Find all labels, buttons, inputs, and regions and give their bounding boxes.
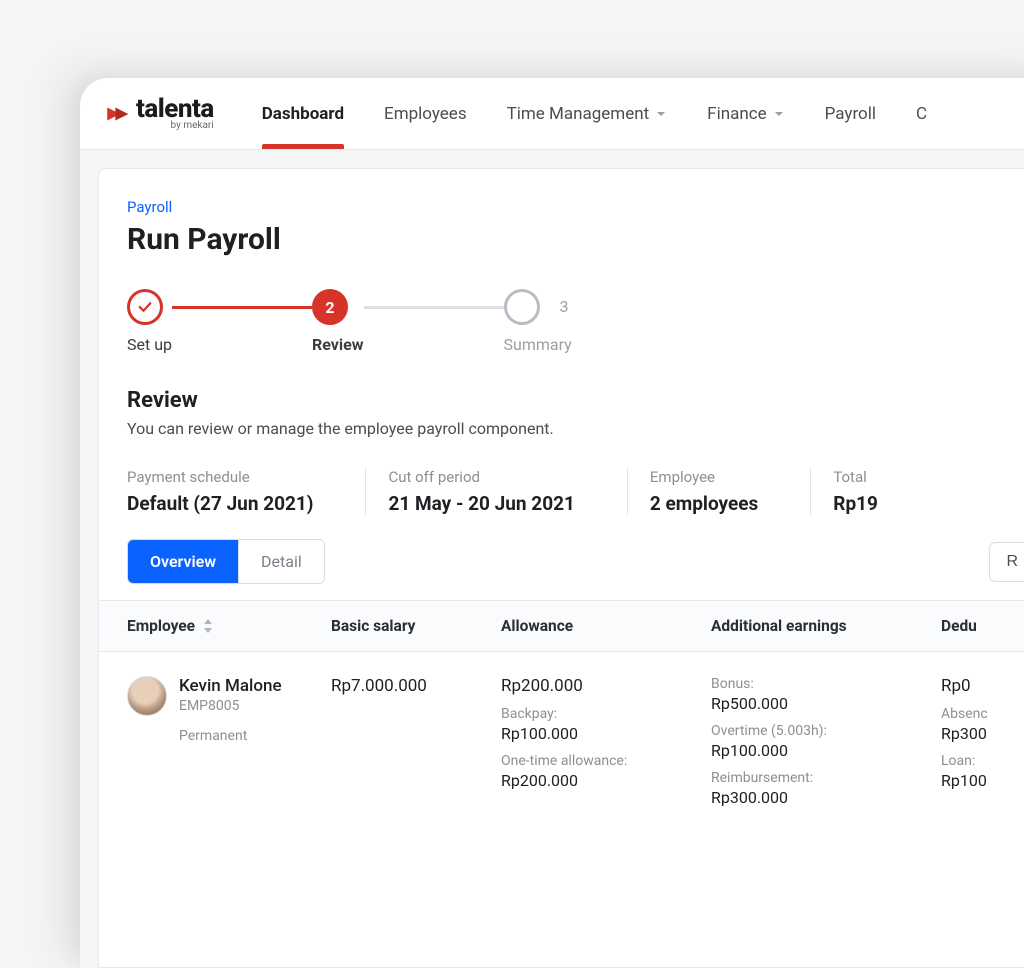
info-total: Total Rp19 (810, 468, 930, 515)
cell-employee: Kevin Malone EMP8005 Permanent (99, 660, 319, 760)
th-basic-salary[interactable]: Basic salary (319, 601, 489, 651)
nav-label: Time Management (507, 104, 650, 124)
info-label: Payment schedule (127, 468, 313, 486)
allowance-item-label: One-time allowance: (501, 753, 687, 769)
section-description: You can review or manage the employee pa… (99, 419, 1024, 458)
deduction-item-label: Absenc (941, 706, 1024, 722)
allowance-item-value: Rp100.000 (501, 724, 687, 743)
nav-label: C (916, 104, 927, 124)
app-window: talenta by mekari Dashboard Employees Ti… (80, 78, 1024, 968)
chevron-down-icon (655, 108, 667, 120)
avatar (127, 676, 167, 716)
info-label: Total (833, 468, 878, 486)
cell-additional-earnings: Bonus: Rp500.000 Overtime (5.003h): Rp10… (699, 660, 929, 823)
cell-basic-salary: Rp7.000.000 (319, 660, 489, 712)
additional-item-label: Reimbursement: (711, 770, 917, 786)
main-card: Payroll Run Payroll Set up 2 Review (98, 168, 1024, 968)
info-cutoff-period: Cut off period 21 May - 20 Jun 2021 (365, 468, 626, 515)
logo-mark-icon (104, 101, 130, 127)
summary-info-row: Payment schedule Default (27 Jun 2021) C… (99, 458, 1024, 539)
step-label: Set up (127, 335, 172, 354)
th-label: Employee (127, 617, 195, 635)
nav-payroll[interactable]: Payroll (825, 80, 876, 148)
step-connector (172, 306, 312, 309)
section-title: Review (99, 364, 1024, 419)
step-label: Summary (504, 335, 572, 354)
breadcrumb[interactable]: Payroll (127, 198, 172, 216)
tab-detail[interactable]: Detail (238, 540, 324, 583)
info-employee-count: Employee 2 employees (627, 468, 810, 515)
tab-group: Overview Detail (127, 539, 325, 584)
nav-dashboard[interactable]: Dashboard (262, 80, 344, 148)
deduction-item-value: Rp100 (941, 771, 1024, 790)
nav-label: Payroll (825, 104, 876, 124)
info-payment-schedule: Payment schedule Default (27 Jun 2021) (127, 468, 365, 515)
page-body: Payroll Run Payroll Set up 2 Review (80, 150, 1024, 968)
th-deduction[interactable]: Dedu (929, 601, 1024, 651)
employee-id: EMP8005 (179, 698, 282, 714)
nav-label: Finance (707, 104, 766, 124)
nav-finance[interactable]: Finance (707, 80, 784, 148)
sort-icon (203, 619, 213, 635)
employee-type: Permanent (179, 728, 282, 744)
additional-item-label: Overtime (5.003h): (711, 723, 917, 739)
nav-more[interactable]: C (916, 80, 927, 148)
basic-salary-value: Rp7.000.000 (331, 676, 477, 696)
table-header: Employee Basic salary Allowance Addition… (99, 601, 1024, 652)
logo: talenta by mekari (104, 96, 214, 131)
step-number: 2 (312, 289, 348, 325)
th-employee[interactable]: Employee (99, 601, 319, 651)
step-summary[interactable]: 3 Summary (504, 289, 572, 354)
stepper: Set up 2 Review 3 Summary (99, 257, 1024, 364)
page-title: Run Payroll (99, 222, 1024, 257)
payroll-table: Employee Basic salary Allowance Addition… (99, 600, 1024, 823)
allowance-item-value: Rp200.000 (501, 771, 687, 790)
top-nav: talenta by mekari Dashboard Employees Ti… (80, 78, 1024, 150)
tab-bar: Overview Detail R (99, 539, 1024, 600)
deduction-primary: Rp0 (941, 676, 1024, 696)
info-value: 2 employees (650, 492, 758, 515)
additional-item-value: Rp300.000 (711, 788, 917, 807)
allowance-primary: Rp200.000 (501, 676, 687, 696)
step-connector (364, 306, 504, 309)
nav-label: Employees (384, 104, 467, 124)
check-icon (127, 289, 163, 325)
nav-items: Dashboard Employees Time Management Fina… (262, 80, 927, 148)
step-number: 3 (560, 297, 569, 316)
employee-name: Kevin Malone (179, 676, 282, 696)
nav-time-management[interactable]: Time Management (507, 80, 668, 148)
step-setup[interactable]: Set up (127, 289, 172, 354)
nav-label: Dashboard (262, 104, 344, 124)
chevron-down-icon (773, 108, 785, 120)
info-label: Cut off period (388, 468, 574, 486)
step-label: Review (312, 335, 364, 354)
info-value: Rp19 (833, 492, 878, 515)
info-value: Default (27 Jun 2021) (127, 492, 313, 515)
cell-deduction: Rp0 Absenc Rp300 Loan: Rp100 (929, 660, 1024, 806)
th-allowance[interactable]: Allowance (489, 601, 699, 651)
cell-allowance: Rp200.000 Backpay: Rp100.000 One-time al… (489, 660, 699, 806)
table-row: Kevin Malone EMP8005 Permanent Rp7.000.0… (99, 652, 1024, 823)
additional-item-value: Rp100.000 (711, 741, 917, 760)
nav-employees[interactable]: Employees (384, 80, 467, 148)
info-label: Employee (650, 468, 758, 486)
allowance-item-label: Backpay: (501, 706, 687, 722)
tab-overview[interactable]: Overview (128, 540, 238, 583)
deduction-item-label: Loan: (941, 753, 1024, 769)
th-additional-earnings[interactable]: Additional earnings (699, 601, 929, 651)
additional-item-value: Rp500.000 (711, 694, 917, 713)
step-circle-empty (504, 289, 540, 325)
additional-item-label: Bonus: (711, 676, 917, 692)
step-review[interactable]: 2 Review (312, 289, 364, 354)
logo-text: talenta (136, 96, 214, 122)
info-value: 21 May - 20 Jun 2021 (388, 492, 574, 515)
deduction-item-value: Rp300 (941, 724, 1024, 743)
right-action-button[interactable]: R (989, 542, 1024, 582)
